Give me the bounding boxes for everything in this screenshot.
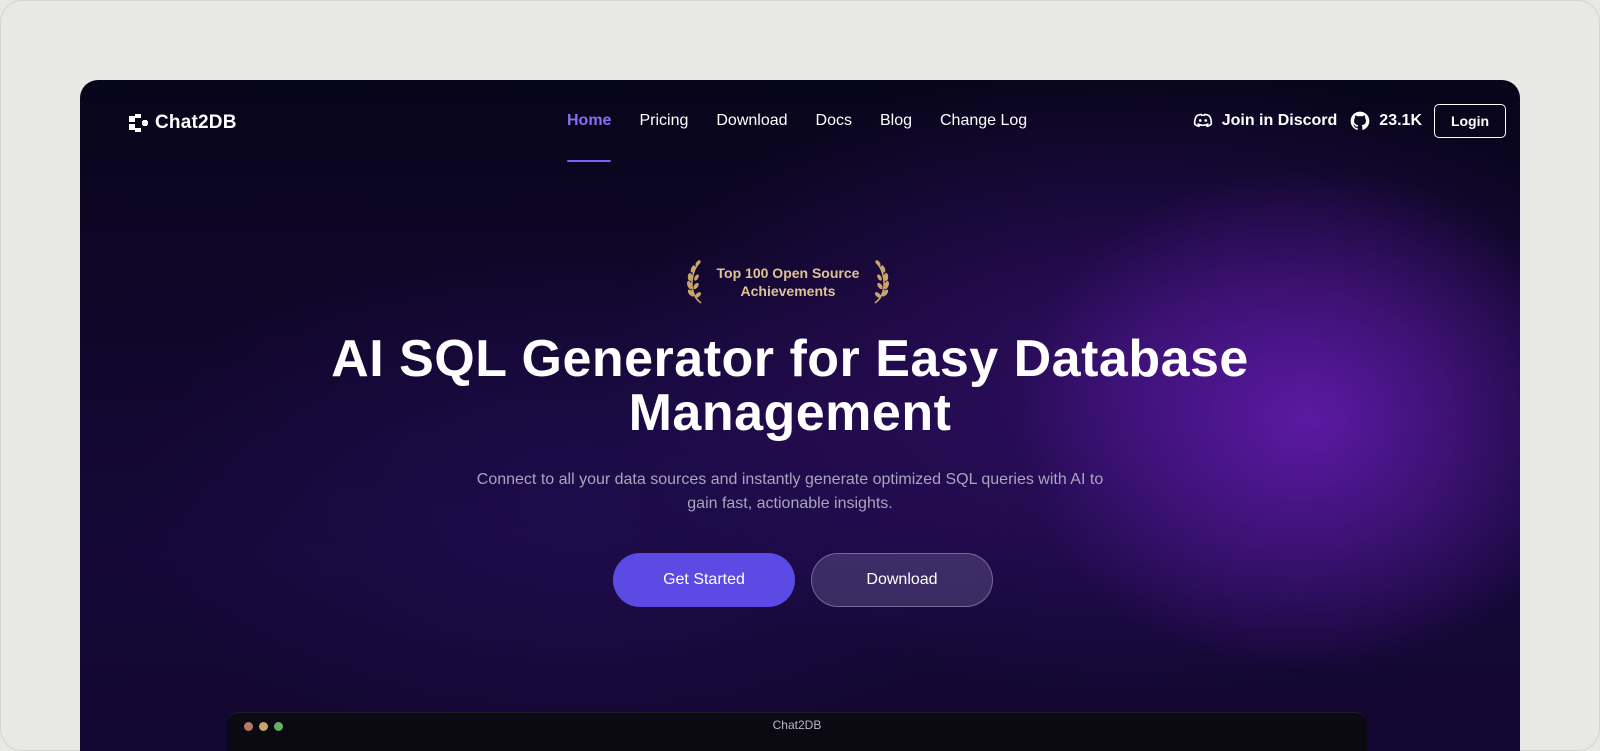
badge-line-1: Top 100 Open Source: [716, 265, 860, 281]
github-stars: 23.1K: [1379, 112, 1422, 129]
top-navbar: Chat2DB Home Pricing Download Docs Blog …: [80, 80, 1520, 162]
hero-headline: AI SQL Generator for Easy Database Manag…: [180, 332, 1400, 440]
app-preview-window: Chat2DB: [227, 712, 1367, 751]
github-icon: [1350, 111, 1370, 130]
laurel-right-icon: [874, 260, 890, 304]
headline-line-2: Management: [628, 384, 952, 442]
brand-name: Chat2DB: [155, 112, 237, 133]
discord-label: Join in Discord: [1221, 112, 1338, 129]
subhead-line-2: gain fast, actionable insights.: [687, 495, 893, 512]
nav-item-home[interactable]: Home: [567, 80, 612, 162]
login-button[interactable]: Login: [1434, 104, 1506, 138]
nav-item-change-log[interactable]: Change Log: [940, 80, 1027, 162]
chat2db-logo-icon: [129, 114, 148, 132]
discord-icon: [1193, 113, 1212, 128]
nav-item-pricing[interactable]: Pricing: [639, 80, 688, 162]
get-started-button[interactable]: Get Started: [613, 553, 795, 607]
browser-viewport: Chat2DB Home Pricing Download Docs Blog …: [80, 80, 1520, 751]
brand-logo[interactable]: Chat2DB: [127, 112, 237, 134]
github-link[interactable]: 23.1K: [1349, 110, 1422, 132]
preview-window-title: Chat2DB: [772, 718, 822, 732]
nav-item-docs[interactable]: Docs: [816, 80, 852, 162]
nav-item-download[interactable]: Download: [716, 80, 787, 162]
download-button[interactable]: Download: [811, 553, 993, 607]
discord-link[interactable]: Join in Discord: [1192, 110, 1338, 132]
hero-subheading: Connect to all your data sources and ins…: [450, 468, 1130, 516]
badge-line-2: Achievements: [740, 283, 836, 299]
achievement-badge: Top 100 Open Source Achievements: [685, 258, 891, 306]
main-menu: Home Pricing Download Docs Blog Change L…: [567, 80, 1027, 162]
nav-item-blog[interactable]: Blog: [880, 80, 912, 162]
subhead-line-1: Connect to all your data sources and ins…: [476, 471, 1104, 488]
nav-actions: Join in Discord 23.1K Login: [1192, 104, 1506, 138]
laurel-left-icon: [686, 260, 702, 304]
badge-text: Top 100 Open Source Achievements: [717, 264, 860, 300]
headline-line-1: AI SQL Generator for Easy Database: [331, 330, 1249, 388]
